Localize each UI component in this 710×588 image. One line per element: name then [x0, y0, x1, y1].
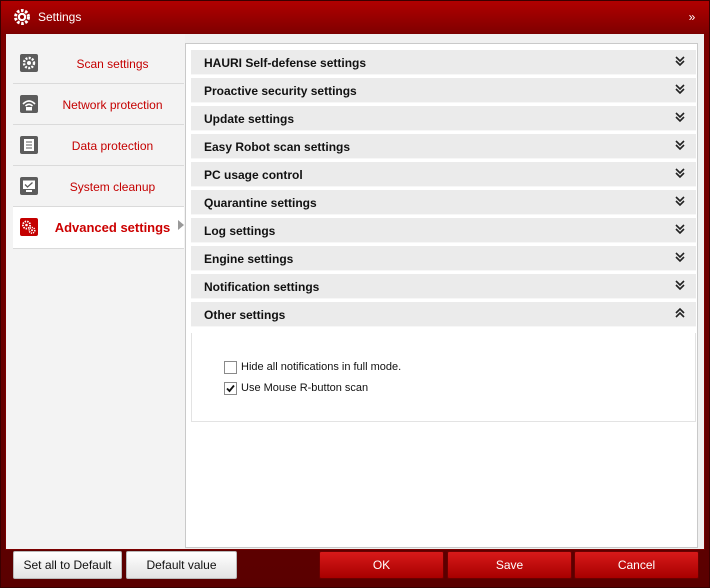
chevron-down-icon[interactable]: [674, 222, 686, 236]
sidebar-item-scan-settings[interactable]: Scan settings: [13, 44, 184, 84]
chevron-down-icon[interactable]: [674, 250, 686, 264]
sidebar-item-label: System cleanup: [69, 180, 156, 194]
section-title: PC usage control: [204, 168, 303, 182]
window-title: Settings: [38, 10, 82, 24]
section-engine[interactable]: Engine settings: [191, 246, 696, 271]
chevron-down-icon[interactable]: [674, 82, 686, 96]
section-notification[interactable]: Notification settings: [191, 274, 696, 299]
section-title: Proactive security settings: [204, 84, 357, 98]
chevron-down-icon[interactable]: [674, 166, 686, 180]
chevron-down-icon[interactable]: [674, 110, 686, 124]
save-button[interactable]: Save: [447, 551, 572, 579]
gear-icon: [14, 9, 30, 25]
section-quarantine[interactable]: Quarantine settings: [191, 190, 696, 215]
title-bar[interactable]: Settings »: [1, 1, 709, 33]
section-hauri-self-defense[interactable]: HAURI Self-defense settings: [191, 50, 696, 75]
section-title: Update settings: [204, 112, 295, 126]
monitor-icon: [20, 177, 38, 195]
cancel-button[interactable]: Cancel: [574, 551, 699, 579]
gear-icon: [20, 54, 38, 72]
section-easy-robot-scan[interactable]: Easy Robot scan settings: [191, 134, 696, 159]
active-item-pointer: [178, 220, 184, 230]
sidebar-item-label: Advanced settings: [54, 220, 171, 235]
chevron-down-icon[interactable]: [674, 54, 686, 68]
sidebar-item-advanced-settings[interactable]: Advanced settings: [13, 207, 184, 249]
sidebar-item-label: Network protection: [62, 98, 163, 112]
ok-button[interactable]: OK: [319, 551, 444, 579]
section-title: Easy Robot scan settings: [204, 140, 351, 154]
other-settings-body: Hide all notifications in full mode. Use…: [191, 333, 696, 422]
settings-panel: HAURI Self-defense settings Proactive se…: [185, 43, 698, 548]
checkmark-icon: [226, 384, 235, 393]
section-title: Engine settings: [204, 252, 294, 266]
network-icon: [20, 95, 38, 113]
sidebar-item-label: Scan settings: [76, 57, 149, 71]
sidebar-item-network-protection[interactable]: Network protection: [13, 85, 184, 125]
sidebar-item-data-protection[interactable]: Data protection: [13, 126, 184, 166]
option-label: Use Mouse R-button scan: [241, 382, 369, 394]
mouse-r-button-scan-checkbox[interactable]: [224, 382, 237, 395]
section-pc-usage-control[interactable]: PC usage control: [191, 162, 696, 187]
sidebar: Scan settings Network protection Data pr…: [6, 34, 185, 549]
section-title: Other settings: [204, 308, 286, 322]
chevron-up-icon[interactable]: [674, 306, 686, 320]
chevron-down-icon[interactable]: [674, 194, 686, 208]
section-title: Notification settings: [204, 280, 320, 294]
section-proactive-security[interactable]: Proactive security settings: [191, 78, 696, 103]
sidebar-item-system-cleanup[interactable]: System cleanup: [13, 167, 184, 207]
default-value-button[interactable]: Default value: [126, 551, 237, 579]
hide-notifications-checkbox[interactable]: [224, 361, 237, 374]
section-update[interactable]: Update settings: [191, 106, 696, 131]
chevron-down-icon[interactable]: [674, 278, 686, 292]
collapse-window-button[interactable]: »: [684, 9, 700, 25]
section-title: HAURI Self-defense settings: [204, 56, 367, 70]
section-title: Log settings: [204, 224, 276, 238]
gears-icon: [20, 218, 38, 236]
section-other[interactable]: Other settings: [191, 302, 696, 327]
option-label: Hide all notifications in full mode.: [241, 361, 402, 373]
document-icon: [20, 136, 38, 154]
section-log[interactable]: Log settings: [191, 218, 696, 243]
client-area: Scan settings Network protection Data pr…: [5, 33, 705, 550]
section-title: Quarantine settings: [204, 196, 317, 210]
set-all-to-default-button[interactable]: Set all to Default: [13, 551, 122, 579]
sidebar-item-label: Data protection: [71, 139, 154, 153]
chevron-down-icon[interactable]: [674, 138, 686, 152]
settings-window: Settings » Scan settings Network protect…: [0, 0, 710, 588]
